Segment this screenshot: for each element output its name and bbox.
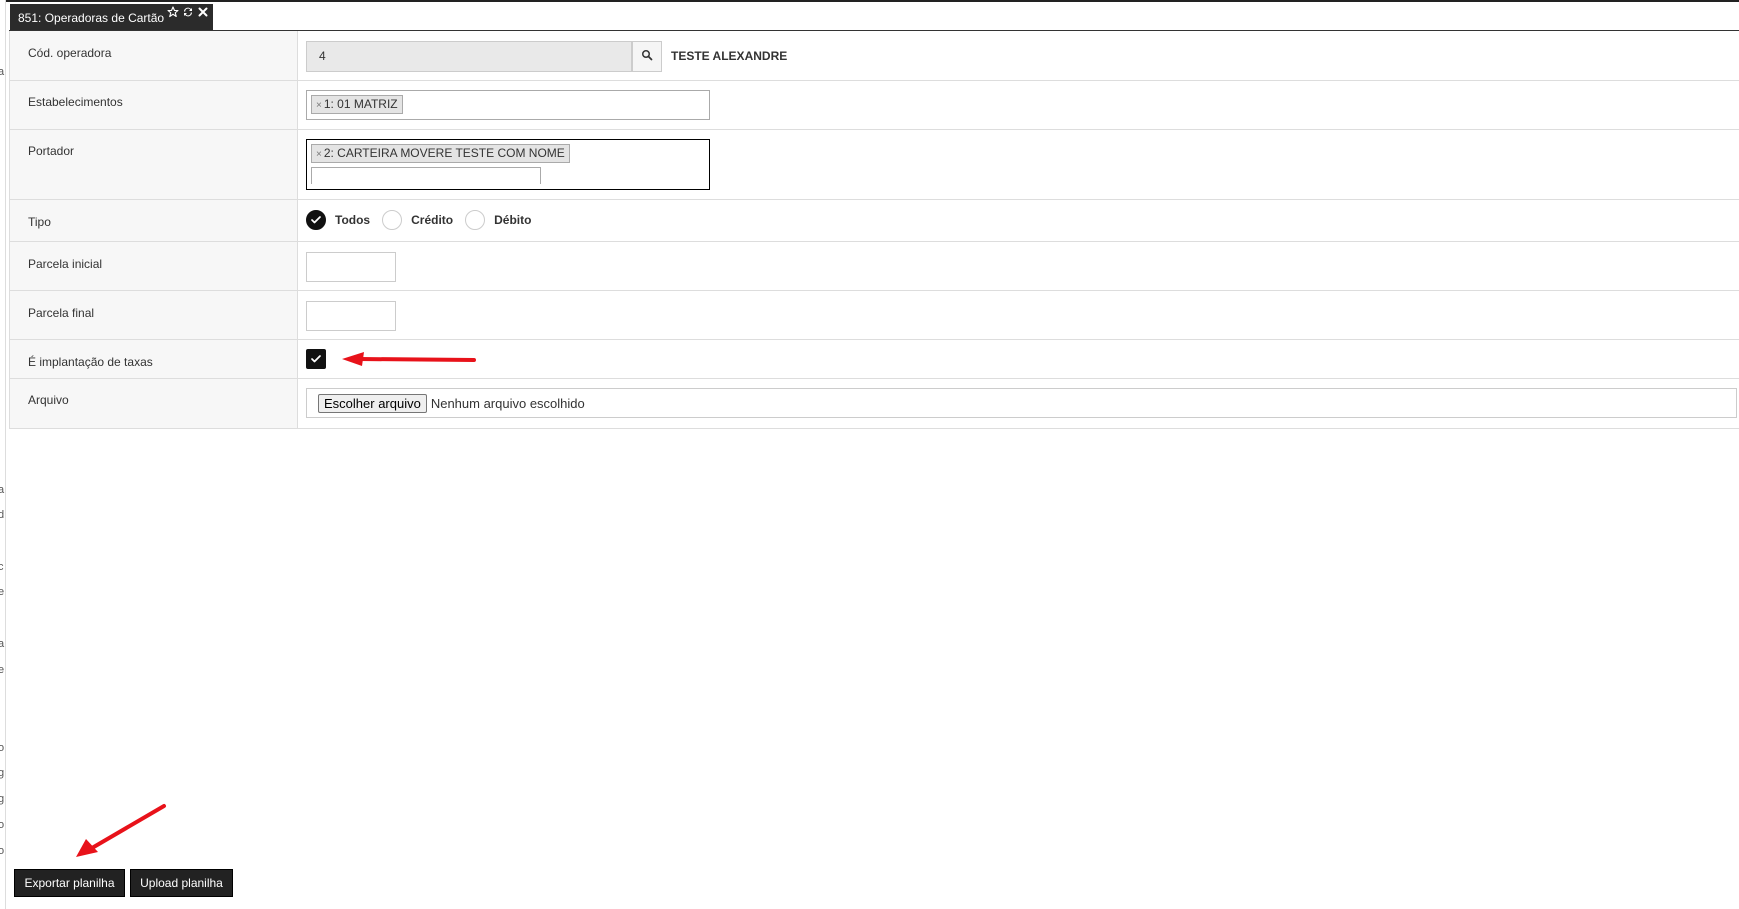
chip-remove-icon[interactable]: ×	[316, 100, 322, 111]
field-label: Estabelecimentos	[28, 95, 123, 109]
gutter-char: d	[0, 509, 5, 521]
parcela-inicial-input[interactable]	[306, 252, 396, 282]
search-icon	[641, 48, 653, 66]
chip-label: 1: 01 MATRIZ	[323, 97, 398, 111]
field-cell	[298, 242, 1739, 290]
upload-spreadsheet-button[interactable]: Upload planilha	[130, 869, 233, 897]
gutter-char: a	[0, 484, 5, 496]
field-label: É implantação de taxas	[28, 355, 153, 369]
annotation-arrow-export	[76, 804, 166, 857]
operadora-search-button[interactable]	[632, 41, 662, 72]
row-tipo: Tipo Todos Crédito Débito	[9, 200, 1739, 242]
close-icon[interactable]	[197, 6, 209, 18]
parcela-final-input[interactable]	[306, 301, 396, 331]
gutter-char: c	[0, 561, 4, 573]
label-cell: É implantação de taxas	[9, 340, 298, 378]
row-estabelecimentos: Estabelecimentos × 1: 01 MATRIZ	[9, 81, 1739, 130]
implantacao-checkbox[interactable]	[306, 349, 326, 369]
label-cell: Parcela final	[9, 291, 298, 339]
field-cell	[298, 340, 1739, 378]
portador-chip: × 2: CARTEIRA MOVERE TESTE COM NOME	[311, 144, 570, 163]
row-cod-operadora: Cód. operadora 4 TESTE ALEXANDRE	[9, 31, 1739, 81]
row-portador: Portador × 2: CARTEIRA MOVERE TESTE COM N…	[9, 130, 1739, 200]
field-label: Portador	[28, 144, 75, 158]
chip-label: 2: CARTEIRA MOVERE TESTE COM NOME	[323, 146, 565, 160]
operadora-code-input[interactable]: 4	[306, 41, 632, 72]
row-implantacao-taxas: É implantação de taxas	[9, 340, 1739, 379]
field-label: Parcela inicial	[28, 257, 103, 271]
row-parcela-inicial: Parcela inicial	[9, 242, 1739, 291]
radio-todos[interactable]	[306, 210, 326, 230]
chip-remove-icon[interactable]: ×	[316, 149, 322, 160]
radio-credito[interactable]	[382, 210, 403, 230]
radio-label-debito: Débito	[494, 213, 532, 227]
tab-operadoras-cartao[interactable]: 851: Operadoras de Cartão	[10, 4, 213, 31]
gutter-char: e	[0, 586, 5, 598]
operadora-form: Cód. operadora 4 TESTE ALEXANDRE Estabel…	[9, 31, 1739, 429]
field-cell: × 1: 01 MATRIZ	[298, 81, 1739, 129]
radio-label-credito: Crédito	[411, 213, 454, 227]
field-cell: × 2: CARTEIRA MOVERE TESTE COM NOME	[298, 130, 1739, 199]
tab-title: 851: Operadoras de Cartão	[18, 10, 165, 25]
field-cell: Todos Crédito Débito	[298, 200, 1739, 241]
label-cell: Cód. operadora	[9, 31, 298, 80]
left-gutter: a a d c e a e o g g o o	[0, 0, 6, 909]
arquivo-file-field: Escolher arquivo Nenhum arquivo escolhid…	[306, 388, 1737, 418]
tipo-radio-group: Todos Crédito Débito	[306, 210, 543, 230]
operadora-name: TESTE ALEXANDRE	[671, 49, 788, 63]
label-cell: Parcela inicial	[9, 242, 298, 290]
gutter-char: a	[0, 638, 5, 650]
gutter-char: o	[0, 742, 5, 754]
portador-select[interactable]: × 2: CARTEIRA MOVERE TESTE COM NOME	[306, 139, 710, 190]
gutter-char: g	[0, 767, 5, 779]
star-icon[interactable]	[167, 6, 179, 18]
label-cell: Tipo	[9, 200, 298, 241]
radio-label-todos: Todos	[335, 213, 371, 227]
window-top-border	[0, 0, 1739, 2]
refresh-icon[interactable]	[182, 6, 194, 18]
gutter-char: g	[0, 793, 5, 805]
gutter-char: a	[0, 66, 5, 78]
label-cell: Arquivo	[9, 379, 298, 428]
field-label: Cód. operadora	[28, 46, 112, 60]
field-cell: 4 TESTE ALEXANDRE	[298, 31, 1739, 80]
portador-search-input[interactable]	[311, 167, 541, 184]
label-cell: Estabelecimentos	[9, 81, 298, 129]
check-icon	[311, 355, 321, 363]
gutter-char: e	[0, 664, 5, 676]
estabelecimento-chip: × 1: 01 MATRIZ	[311, 95, 403, 114]
gutter-char: o	[0, 819, 5, 831]
field-cell	[298, 291, 1739, 339]
tab-icons	[167, 6, 209, 18]
gutter-char: o	[0, 845, 5, 857]
export-spreadsheet-button[interactable]: Exportar planilha	[14, 869, 125, 897]
field-label: Tipo	[28, 215, 51, 229]
field-label: Parcela final	[28, 306, 95, 320]
row-arquivo: Arquivo Escolher arquivo Nenhum arquivo …	[9, 379, 1739, 429]
choose-file-button[interactable]: Escolher arquivo	[318, 393, 427, 413]
row-parcela-final: Parcela final	[9, 291, 1739, 340]
radio-debito[interactable]	[465, 210, 486, 230]
check-icon	[311, 216, 321, 224]
field-label: Arquivo	[28, 393, 69, 407]
estabelecimentos-select[interactable]: × 1: 01 MATRIZ	[306, 90, 710, 120]
label-cell: Portador	[9, 130, 298, 199]
field-cell: Escolher arquivo Nenhum arquivo escolhid…	[298, 379, 1739, 428]
file-status-text: Nenhum arquivo escolhido	[430, 395, 585, 411]
